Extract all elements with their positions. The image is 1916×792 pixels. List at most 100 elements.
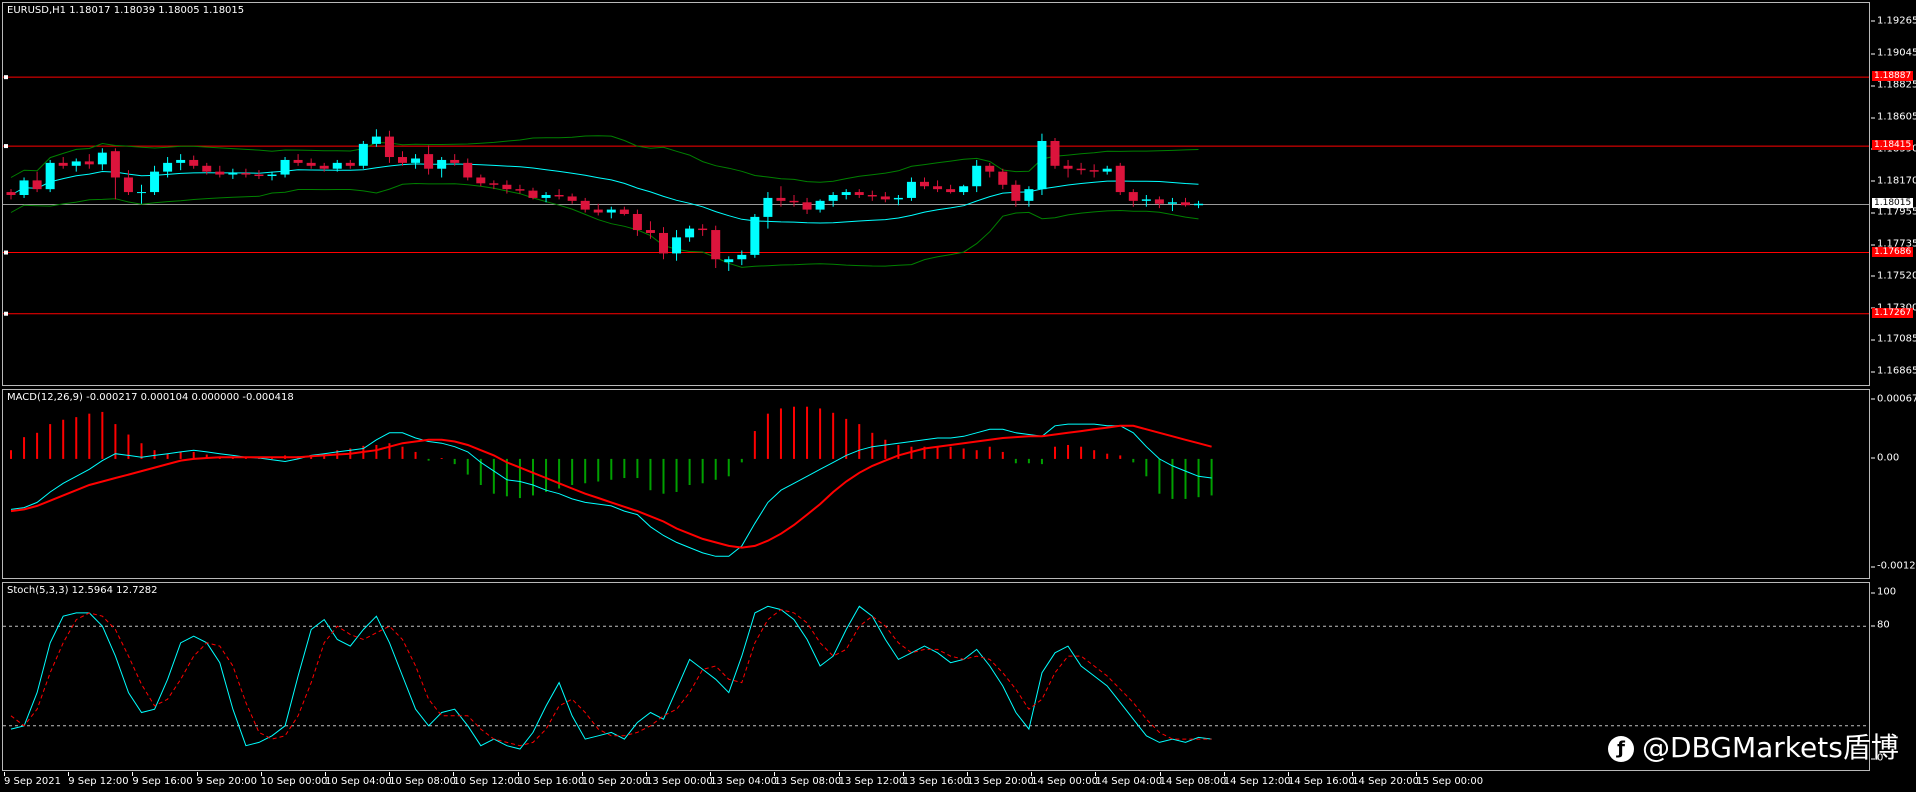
macd-canvas bbox=[10, 406, 1213, 557]
level-line-handle bbox=[4, 311, 8, 316]
price-chart-canvas bbox=[3, 75, 1869, 316]
candle-bull bbox=[228, 173, 238, 175]
candle-bull bbox=[672, 237, 682, 254]
candle-bull bbox=[45, 162, 55, 190]
candle-bull bbox=[1024, 189, 1034, 201]
candle-bear bbox=[489, 183, 499, 185]
candle-bear bbox=[985, 165, 995, 172]
macd-pane[interactable]: MACD(12,26,9) -0.000217 0.000104 0.00000… bbox=[2, 389, 1870, 579]
macd-tick-label: -0.001246 bbox=[1870, 561, 1916, 572]
candle-bull bbox=[163, 162, 173, 172]
candle-bear bbox=[1089, 170, 1099, 172]
candle-bear bbox=[1076, 168, 1086, 171]
stochastic-tick-label: 100 bbox=[1870, 586, 1897, 598]
candle-bull bbox=[893, 197, 903, 200]
time-tick-label: 10 Sep 08:00 bbox=[389, 772, 456, 787]
macd-main-line bbox=[10, 423, 1212, 557]
candle-bear bbox=[593, 209, 603, 213]
candle-bull bbox=[606, 209, 616, 213]
macd-axis[interactable]: 0.000678 0.00 -0.001246 bbox=[1870, 389, 1916, 579]
candle-bull bbox=[1141, 199, 1151, 201]
macd-tick-label: 0.000678 bbox=[1871, 393, 1916, 404]
macd-signal-line bbox=[10, 424, 1212, 549]
candle-bear bbox=[306, 162, 316, 166]
candle-bear bbox=[398, 157, 407, 163]
candle-bear bbox=[789, 200, 799, 203]
candle-bear bbox=[32, 180, 42, 190]
stochastic-main-line bbox=[10, 605, 1212, 750]
candle-bear bbox=[110, 151, 120, 178]
time-tick-label: 13 Sep 20:00 bbox=[967, 772, 1034, 787]
macd-tick-label: 0.00 bbox=[1870, 452, 1900, 464]
candle-bear bbox=[567, 196, 577, 201]
candle-bear bbox=[1115, 165, 1125, 193]
level-price-tag: 1.17267 bbox=[1872, 307, 1914, 318]
candle-bear bbox=[384, 136, 394, 158]
lower-band-line bbox=[10, 182, 1199, 268]
upper-band-line bbox=[10, 135, 1199, 183]
time-tick-label: 14 Sep 16:00 bbox=[1288, 772, 1355, 787]
time-tick-label: 13 Sep 16:00 bbox=[902, 772, 970, 787]
time-tick-label: 14 Sep 12:00 bbox=[1223, 772, 1291, 787]
candle-bull bbox=[972, 165, 982, 187]
time-tick-label: 10 Sep 04:00 bbox=[325, 772, 392, 787]
price-axis[interactable]: 1.192651.190451.188251.186051.183901.181… bbox=[1870, 2, 1916, 386]
candle-bull bbox=[267, 174, 277, 177]
candle-bear bbox=[450, 159, 460, 163]
candle-bear bbox=[645, 230, 655, 233]
price-chart-pane[interactable]: EURUSD,H1 1.18017 1.18039 1.18005 1.1801… bbox=[2, 2, 1870, 386]
watermark-text: @DBGMarkets盾博 bbox=[1642, 731, 1899, 764]
time-tick-label: 14 Sep 08:00 bbox=[1159, 772, 1227, 787]
candle-bear bbox=[1050, 140, 1060, 166]
time-tick-label: 10 Sep 16:00 bbox=[517, 772, 585, 787]
time-tick-label: 10 Sep 00:00 bbox=[260, 772, 328, 787]
candle-bull bbox=[371, 136, 381, 144]
watermark: ƒ @DBGMarkets盾博 bbox=[1608, 726, 1899, 766]
level-price-tag: 1.17686 bbox=[1872, 246, 1914, 257]
candle-bear bbox=[202, 165, 212, 172]
candle-bear bbox=[189, 159, 199, 166]
candle-bear bbox=[554, 195, 564, 197]
candle-bear bbox=[293, 159, 303, 163]
candle-bull bbox=[959, 186, 969, 193]
candle-bear bbox=[632, 213, 642, 231]
time-tick-label: 15 Sep 00:00 bbox=[1416, 772, 1484, 787]
candle-bear bbox=[946, 189, 956, 193]
stochastic-pane[interactable]: Stoch(5,3,3) 12.5964 12.7282 bbox=[2, 582, 1870, 771]
candle-bear bbox=[854, 192, 864, 195]
candle-bear bbox=[867, 195, 877, 197]
price-tick-label: 1.17085 bbox=[1870, 334, 1916, 345]
current-price-tag: 1.18015 bbox=[1872, 198, 1914, 209]
time-tick-label: 10 Sep 20:00 bbox=[581, 772, 649, 787]
time-tick-label: 14 Sep 00:00 bbox=[1031, 772, 1098, 787]
price-tick-label: 1.18605 bbox=[1870, 112, 1916, 123]
candle-bull bbox=[841, 192, 851, 195]
price-tick-label: 1.18825 bbox=[1870, 80, 1916, 91]
candle-bull bbox=[137, 192, 146, 194]
candle-bear bbox=[241, 173, 251, 175]
price-tick-label: 1.19045 bbox=[1870, 48, 1916, 59]
time-tick-label: 14 Sep 04:00 bbox=[1095, 772, 1163, 787]
candle-bear bbox=[528, 190, 538, 198]
candle-bear bbox=[123, 177, 133, 193]
price-chart-title: EURUSD,H1 1.18017 1.18039 1.18005 1.1801… bbox=[7, 5, 245, 16]
candle-bear bbox=[515, 189, 525, 191]
candle-bear bbox=[711, 230, 721, 260]
candle-bear bbox=[776, 197, 786, 201]
time-tick-label: 9 Sep 2021 bbox=[4, 772, 62, 787]
candle-bear bbox=[215, 171, 225, 175]
candle-bear bbox=[1011, 184, 1021, 201]
time-tick-label: 9 Sep 16:00 bbox=[132, 772, 193, 787]
candle-bear bbox=[659, 232, 668, 254]
candle-bull bbox=[737, 254, 747, 260]
candle-bear bbox=[319, 165, 329, 169]
level-price-tag: 1.18887 bbox=[1872, 71, 1914, 82]
candle-bull bbox=[437, 159, 447, 169]
time-axis[interactable]: 9 Sep 2021 9 Sep 12:00 9 Sep 16:00 9 Sep 20… bbox=[0, 772, 1870, 792]
candle-bear bbox=[933, 186, 943, 190]
candle-bear bbox=[619, 209, 629, 214]
candle-bear bbox=[424, 154, 434, 169]
price-tick-label: 1.17520 bbox=[1870, 270, 1916, 281]
candle-bull bbox=[1102, 168, 1112, 172]
price-tick-label: 1.19265 bbox=[1870, 15, 1916, 26]
